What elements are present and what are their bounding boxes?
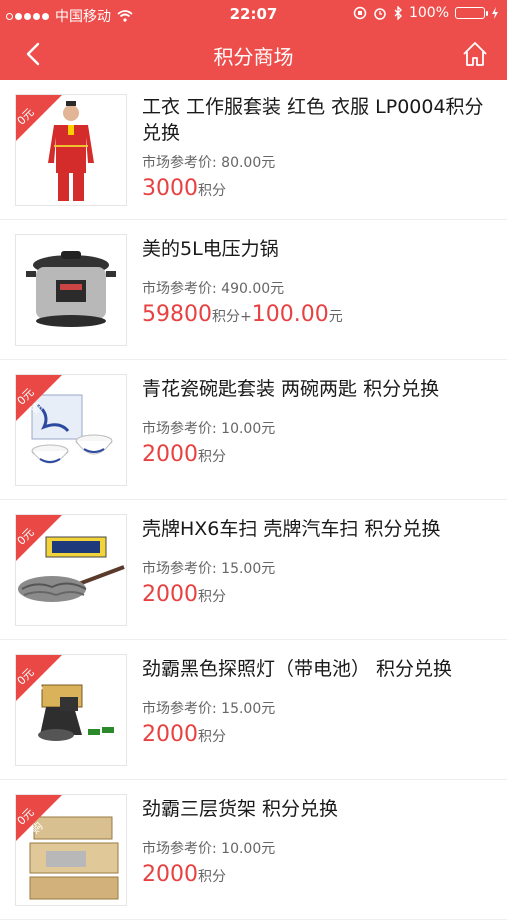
bluetooth-icon [394,6,402,20]
product-title[interactable]: 壳牌HX6车扫 壳牌汽车扫 积分兑换 [142,516,493,542]
zero-yuan-badge: 0元购 [16,515,62,561]
reference-price: 市场参考价: 80.00元 [142,155,276,171]
reference-price: 市场参考价: 490.00元 [142,281,285,297]
product-image-car-duster[interactable]: 0元购 [15,514,127,626]
battery-label: 100% [408,5,449,21]
product-item[interactable]: 0元购 青花瓷碗匙套装 两碗两匙 积分兑换 市场参考价: 10.00元 2000… [0,360,507,500]
points-price: 2000积分 [142,862,226,887]
nav-bar: 积分商场 [0,28,507,80]
product-image-shelf[interactable]: 0元购 [15,794,127,906]
points-price: 59800积分+100.00元 [142,302,343,327]
product-info: 青花瓷碗匙套装 两碗两匙 积分兑换 市场参考价: 10.00元 2000积分 [142,374,493,467]
points-price: 2000积分 [142,582,226,607]
product-item[interactable]: 美的5L电压力锅 市场参考价: 490.00元 59800积分+100.00元 [0,220,507,360]
product-title[interactable]: 青花瓷碗匙套装 两碗两匙 积分兑换 [142,376,493,402]
points-price: 2000积分 [142,722,226,747]
points-price: 3000积分 [142,176,226,201]
product-title[interactable]: 劲霸三层货架 积分兑换 [142,796,493,822]
home-icon[interactable] [461,40,489,68]
product-info: 美的5L电压力锅 市场参考价: 490.00元 59800积分+100.00元 [142,234,493,327]
orientation-lock-icon [353,6,367,20]
product-image-searchlight[interactable]: 0元购 [15,654,127,766]
reference-price: 市场参考价: 10.00元 [142,421,276,437]
reference-price: 市场参考价: 10.00元 [142,841,276,857]
product-info: 工衣 工作服套装 红色 衣服 LP0004积分兑换 市场参考价: 80.00元 … [142,94,493,201]
product-item[interactable]: 0元购 壳牌HX6车扫 壳牌汽车扫 积分兑换 市场参考价: 15.00元 200… [0,500,507,640]
product-info: 劲霸三层货架 积分兑换 市场参考价: 10.00元 2000积分 [142,794,493,887]
points-price: 2000积分 [142,442,226,467]
product-image-pressure-cooker[interactable] [15,234,127,346]
status-right: 100% [353,5,499,21]
header: 中国移动 22:07 100% 积分商场 [0,0,507,80]
product-list: 0元购 工衣 工作服套装 红色 衣服 LP0004积分兑换 市场参考价: 80.… [0,80,507,920]
zero-yuan-badge: 0元购 [16,795,62,841]
product-info: 壳牌HX6车扫 壳牌汽车扫 积分兑换 市场参考价: 15.00元 2000积分 [142,514,493,607]
alarm-icon [374,8,386,20]
page-title: 积分商场 [213,45,294,69]
status-bar: 中国移动 22:07 100% [0,0,507,28]
product-title[interactable]: 美的5L电压力锅 [142,236,493,262]
product-item[interactable]: 0元购 工衣 工作服套装 红色 衣服 LP0004积分兑换 市场参考价: 80.… [0,80,507,220]
product-info: 劲霸黑色探照灯（带电池） 积分兑换 市场参考价: 15.00元 2000积分 [142,654,493,747]
reference-price: 市场参考价: 15.00元 [142,561,276,577]
product-image-bowl-set[interactable]: 0元购 [15,374,127,486]
reference-price: 市场参考价: 15.00元 [142,701,276,717]
zero-yuan-badge: 0元购 [16,375,62,421]
zero-yuan-badge: 0元购 [16,655,62,701]
product-title[interactable]: 工衣 工作服套装 红色 衣服 LP0004积分兑换 [142,94,493,146]
product-item[interactable]: 0元购 劲霸黑色探照灯（带电池） 积分兑换 市场参考价: 15.00元 2000… [0,640,507,780]
charging-icon [492,7,498,19]
battery-icon [455,7,488,19]
product-image-uniform[interactable]: 0元购 [15,94,127,206]
zero-yuan-badge: 0元购 [16,95,62,141]
product-item[interactable]: 0元购 劲霸三层货架 积分兑换 市场参考价: 10.00元 2000积分 [0,780,507,920]
product-title[interactable]: 劲霸黑色探照灯（带电池） 积分兑换 [142,656,493,682]
